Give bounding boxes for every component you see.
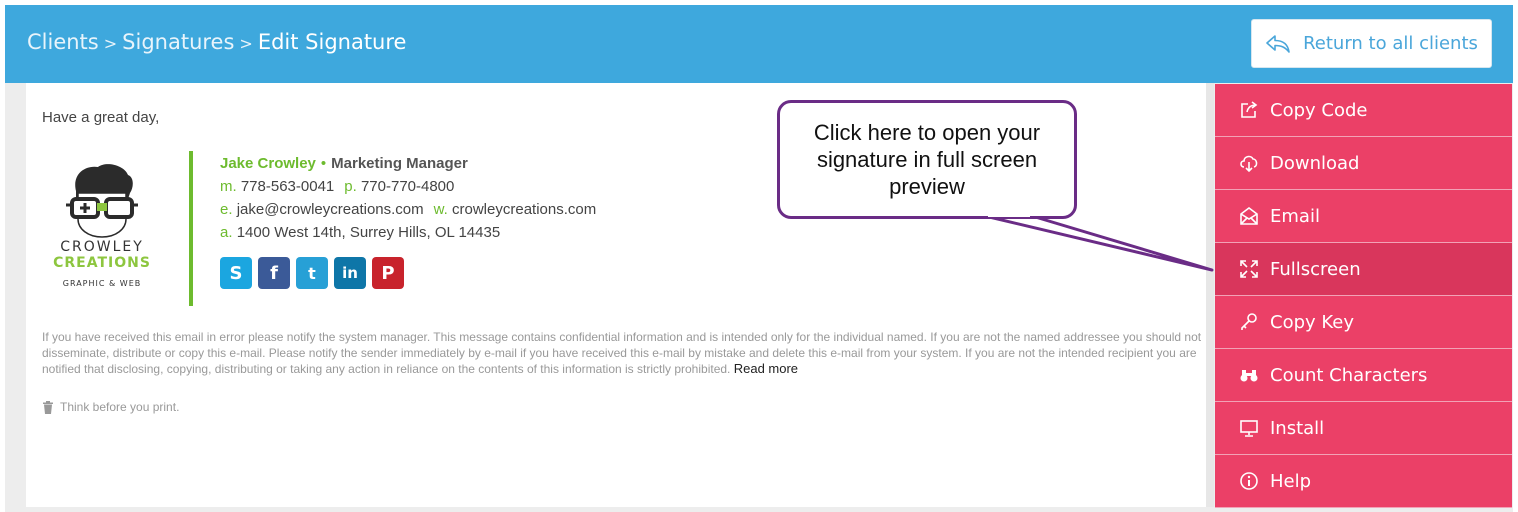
- signature-name: Jake Crowley: [220, 155, 316, 172]
- read-more-link[interactable]: Read more: [734, 361, 798, 376]
- greeting-text: Have a great day,: [42, 109, 160, 126]
- linkedin-icon[interactable]: in: [334, 257, 366, 289]
- sidebar-item-install[interactable]: Install: [1215, 402, 1512, 455]
- skype-icon[interactable]: S: [220, 257, 252, 289]
- return-to-clients-button[interactable]: Return to all clients: [1251, 19, 1492, 68]
- signature-phone-line: m. 778-563-0041 p. 770-770-4800: [220, 175, 596, 198]
- logo-word-creations: CREATIONS: [53, 255, 151, 271]
- signature-name-line: Jake Crowley • Marketing Manager: [220, 152, 596, 175]
- sidebar-item-fullscreen[interactable]: Fullscreen: [1215, 243, 1512, 296]
- monitor-icon: [1240, 420, 1258, 437]
- email-label: e.: [220, 201, 233, 218]
- breadcrumb-current: Edit Signature: [257, 30, 407, 54]
- preview-scrollbar[interactable]: [1206, 83, 1214, 507]
- callout-text: Click here to open your signature in ful…: [813, 120, 1041, 199]
- website-link[interactable]: crowleycreations.com: [452, 201, 596, 218]
- name-bullet: •: [320, 155, 327, 172]
- disclaimer-text: If you have received this email in error…: [42, 329, 1202, 377]
- web-label: w.: [433, 201, 448, 218]
- sidebar-item-label: Copy Code: [1270, 99, 1368, 121]
- breadcrumb: Clients > Signatures > Edit Signature: [27, 30, 406, 54]
- sidebar-item-help[interactable]: Help: [1215, 455, 1512, 508]
- sidebar-item-download[interactable]: Download: [1215, 137, 1512, 190]
- pinterest-icon[interactable]: P: [372, 257, 404, 289]
- trash-icon: [43, 400, 53, 414]
- facebook-icon[interactable]: f: [258, 257, 290, 289]
- print-note-text: Think before you print.: [60, 400, 180, 414]
- envelope-open-icon: [1240, 207, 1258, 225]
- header-bar: Clients > Signatures > Edit Signature Return…: [5, 5, 1513, 83]
- return-button-label: Return to all clients: [1303, 33, 1478, 54]
- signature-contact-line: e. jake@crowleycreations.com w. crowleycr…: [220, 198, 596, 221]
- key-icon: [1241, 313, 1257, 330]
- sidebar-item-copy-code[interactable]: Copy Code: [1215, 84, 1512, 137]
- sidebar-item-label: Copy Key: [1270, 311, 1355, 333]
- breadcrumb-separator: >: [239, 34, 253, 53]
- sidebar-item-label: Fullscreen: [1270, 258, 1361, 280]
- logo-word-crowley: CROWLEY: [60, 239, 144, 255]
- mobile-label: m.: [220, 178, 237, 195]
- expand-icon: [1240, 260, 1258, 278]
- reply-arrow-icon: [1266, 34, 1290, 53]
- company-logo: CROWLEY CREATIONS GRAPHIC & WEB: [42, 163, 162, 293]
- phone-label: p.: [344, 178, 357, 195]
- sidebar-item-label: Email: [1270, 205, 1320, 227]
- sidebar-item-label: Help: [1270, 470, 1312, 492]
- address-text: 1400 West 14th, Surrey Hills, OL 14435: [236, 224, 501, 241]
- signature-details: Jake Crowley • Marketing Manager m. 778-56…: [220, 152, 596, 244]
- mobile-number[interactable]: 778-563-0041: [241, 178, 334, 195]
- breadcrumb-clients[interactable]: Clients: [27, 30, 99, 54]
- share-icon: [1241, 101, 1258, 118]
- disclaimer-body: If you have received this email in error…: [42, 330, 1202, 376]
- signature-divider: [189, 151, 193, 306]
- phone-number[interactable]: 770-770-4800: [361, 178, 454, 195]
- sidebar-item-label: Count Characters: [1270, 364, 1428, 386]
- breadcrumb-separator: >: [103, 34, 118, 53]
- twitter-icon[interactable]: t: [296, 257, 328, 289]
- sidebar-item-label: Install: [1270, 417, 1325, 439]
- breadcrumb-signatures[interactable]: Signatures: [122, 30, 234, 54]
- print-note: Think before you print.: [42, 400, 179, 414]
- action-sidebar: Copy Code Download Email Fullscreen Copy…: [1215, 84, 1512, 508]
- signature-address-line: a. 1400 West 14th, Surrey Hills, OL 1443…: [220, 221, 596, 244]
- email-link[interactable]: jake@crowleycreations.com: [237, 201, 424, 218]
- logo-tagline: GRAPHIC & WEB: [62, 279, 142, 288]
- sidebar-item-email[interactable]: Email: [1215, 190, 1512, 243]
- signature-role: Marketing Manager: [331, 155, 468, 172]
- social-icons: S f t in P: [220, 257, 404, 289]
- address-label: a.: [220, 224, 233, 241]
- sidebar-item-count-characters[interactable]: Count Characters: [1215, 349, 1512, 402]
- mascot-logo-icon: [66, 164, 138, 238]
- binoculars-icon: [1240, 370, 1258, 382]
- sidebar-item-label: Download: [1270, 152, 1360, 174]
- info-circle-icon: [1240, 472, 1258, 490]
- cloud-download-icon: [1240, 155, 1258, 173]
- sidebar-item-copy-key[interactable]: Copy Key: [1215, 296, 1512, 349]
